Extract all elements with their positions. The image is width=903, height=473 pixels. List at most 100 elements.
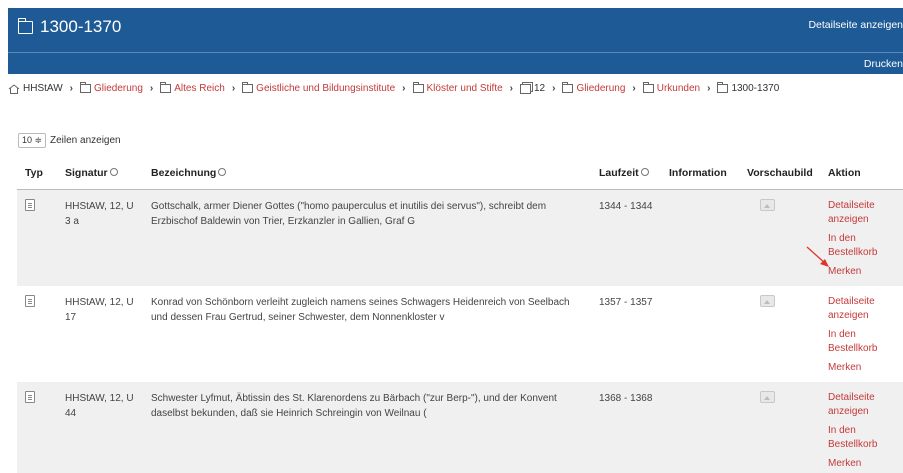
detail-link[interactable]: Detailseite anzeigen [828,199,895,227]
cell-bezeichnung: Gottschalk, armer Diener Gottes ("homo p… [143,189,591,286]
column-label: Typ [25,166,43,179]
column-header-laufzeit[interactable]: Laufzeit [591,157,661,190]
column-header-aktion: Aktion [820,157,903,190]
document-icon [25,391,35,403]
cell-signatur: HHStAW, 12, U 17 [57,286,143,382]
sort-icon[interactable] [109,167,118,176]
page-length-select[interactable]: 10 ≑ [18,133,46,148]
column-label: Signatur [65,166,108,179]
cell-aktion: Detailseite anzeigen In den Bestellkorb … [820,382,903,473]
cell-aktion: Detailseite anzeigen In den Bestellkorb … [820,189,903,286]
breadcrumb-item-12[interactable]: 12 [520,83,545,94]
cell-bezeichnung: Konrad von Schönborn verleiht zugleich n… [143,286,591,382]
chevron-right-icon: › [69,83,73,94]
chevron-right-icon: › [707,83,711,94]
chevron-right-icon: › [552,83,556,94]
home-icon [8,83,20,94]
column-label: Bezeichnung [151,166,217,179]
breadcrumb-item-gliederung-2[interactable]: Gliederung [562,82,626,94]
column-label: Aktion [828,166,861,179]
folder-icon [412,82,424,93]
breadcrumb-label: Urkunden [656,83,701,94]
cell-information [661,189,739,286]
folder-icon [642,82,654,93]
breadcrumb-item-gliederung[interactable]: Gliederung [79,82,143,94]
chevron-right-icon: › [402,83,406,94]
breadcrumb-item-geistliche[interactable]: Geistliche und Bildungsinstitute [242,82,396,94]
header-bar: 1300-1370 Detailseite anzeigen Drucken [8,8,903,74]
table-row: HHStAW, 12, U 3 a Gottschalk, armer Dien… [17,189,903,286]
breadcrumb-item-hhstaw[interactable]: HHStAW [8,83,63,94]
cell-vorschaubild [739,286,820,382]
column-header-vorschaubild: Vorschaubild [739,157,820,190]
column-header-signatur[interactable]: Signatur [57,157,143,190]
breadcrumb-label: HHStAW [23,83,63,94]
column-label: Laufzeit [599,166,639,179]
basket-link[interactable]: In den Bestellkorb [828,424,895,452]
cell-typ [17,382,57,473]
header-divider [8,52,903,53]
document-icon [25,295,35,307]
remember-link[interactable]: Merken [828,457,895,471]
breadcrumb: HHStAW › Gliederung › Altes Reich › Geis… [8,82,780,94]
folder-icon [717,82,729,93]
breadcrumb-label: Gliederung [576,83,626,94]
breadcrumb-label: Altes Reich [174,83,225,94]
folder-icon [79,82,91,93]
chevron-right-icon: › [149,83,154,94]
breadcrumb-item-current: 1300-1370 [717,82,780,94]
image-placeholder-icon [760,391,775,403]
detail-link[interactable]: Detailseite anzeigen [828,295,895,323]
cell-vorschaubild [739,382,820,473]
table-row: HHStAW, 12, U 44 Schwester Lyfmut, Äbtis… [17,382,903,473]
basket-link[interactable]: In den Bestellkorb [828,328,895,356]
cell-signatur: HHStAW, 12, U 3 a [57,189,143,286]
cell-laufzeit: 1357 - 1357 [591,286,661,382]
stack-icon [520,83,531,94]
cell-signatur: HHStAW, 12, U 44 [57,382,143,473]
breadcrumb-label: 12 [534,83,546,94]
breadcrumb-label: Geistliche und Bildungsinstitute [256,83,396,94]
image-placeholder-icon [760,198,775,211]
results-table: Typ Signatur Bezeichnung Laufzeit Inform… [17,157,903,473]
basket-link[interactable]: In den Bestellkorb [828,232,895,260]
cell-vorschaubild [739,189,820,286]
table-header-row: Typ Signatur Bezeichnung Laufzeit Inform… [17,157,903,190]
cell-bezeichnung: Schwester Lyfmut, Äbtissin des St. Klare… [143,382,591,473]
folder-icon [242,82,254,93]
folder-icon [562,82,574,93]
image-placeholder-icon [760,295,775,307]
column-header-information: Information [661,157,739,190]
breadcrumb-item-altes-reich[interactable]: Altes Reich [160,82,225,94]
column-label: Information [669,166,727,179]
column-header-bezeichnung[interactable]: Bezeichnung [143,157,591,190]
sort-icon[interactable] [218,167,227,176]
cell-laufzeit: 1344 - 1344 [591,189,661,286]
column-label: Vorschaubild [747,166,813,179]
remember-link[interactable]: Merken [828,361,895,375]
page-title-text: 1300-1370 [40,17,122,36]
breadcrumb-item-urkunden[interactable]: Urkunden [642,82,701,94]
page-title: 1300-1370 [17,14,122,40]
cell-laufzeit: 1368 - 1368 [591,382,661,473]
cell-typ [17,189,57,286]
header-detail-link[interactable]: Detailseite anzeigen [808,19,903,31]
breadcrumb-label: Gliederung [93,83,143,94]
page-length-label: Zeilen anzeigen [50,135,121,146]
cell-information [661,382,739,473]
cell-aktion: Detailseite anzeigen In den Bestellkorb … [820,286,903,382]
cell-typ [17,286,57,382]
cell-information [661,286,739,382]
table-row: HHStAW, 12, U 17 Konrad von Schönborn ve… [17,286,903,382]
breadcrumb-label: 1300-1370 [731,83,780,94]
folder-icon [17,17,33,34]
remember-link[interactable]: Merken [828,265,895,279]
page-length-control: 10 ≑ Zeilen anzeigen [18,133,121,148]
detail-link[interactable]: Detailseite anzeigen [828,391,895,419]
folder-icon [160,82,172,93]
chevron-right-icon: › [231,83,236,94]
breadcrumb-label: Klöster und Stifte [426,83,503,94]
breadcrumb-item-kloester[interactable]: Klöster und Stifte [412,82,503,94]
print-link[interactable]: Drucken [864,58,903,70]
sort-icon[interactable] [640,167,649,176]
